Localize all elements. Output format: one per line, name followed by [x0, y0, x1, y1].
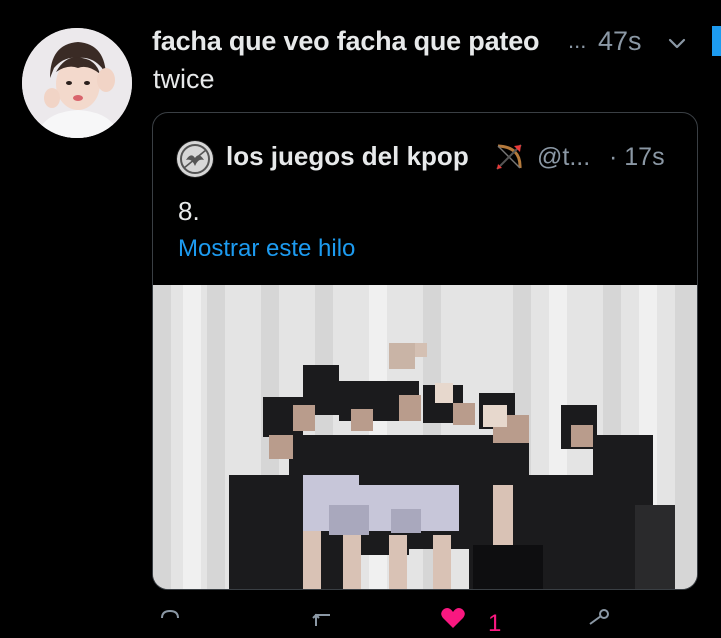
tweet-timestamp[interactable]: 47s — [598, 26, 642, 57]
quoted-author-display-name[interactable]: los juegos del kpop — [226, 141, 469, 172]
quoted-tweet-photo[interactable] — [153, 285, 697, 589]
quoted-tweet-time[interactable]: · 17s — [609, 143, 665, 172]
chevron-down-icon[interactable] — [666, 32, 688, 54]
tweet-text: twice — [153, 64, 215, 94]
quoted-author-handle[interactable]: @t... — [537, 143, 590, 172]
like-count: 1 — [488, 610, 502, 637]
pixelated-photo — [153, 285, 697, 589]
author-avatar[interactable] — [22, 28, 132, 138]
show-thread-link[interactable]: Mostrar este hilo — [178, 235, 355, 263]
mockingjay-icon — [177, 141, 213, 177]
quoted-tweet-text: 8. — [178, 196, 200, 226]
retweet-icon[interactable] — [310, 606, 338, 635]
author-display-name[interactable]: facha que veo facha que pateo — [152, 26, 540, 57]
avatar-image — [22, 28, 132, 138]
bow-and-arrow-icon — [493, 141, 525, 173]
tweet-header: facha que veo facha que pateo ... 47s — [152, 24, 712, 62]
scroll-edge-indicator — [712, 26, 721, 56]
quoted-tweet-card[interactable]: los juegos del kpop @t... · 17s 8. Mostr… — [152, 112, 698, 590]
quoted-author-avatar[interactable] — [176, 140, 214, 178]
reply-icon[interactable] — [158, 606, 182, 635]
tweet[interactable]: facha que veo facha que pateo ... 47s tw… — [0, 0, 721, 637]
tweet-actions: 1 — [152, 606, 712, 637]
name-truncation: ... — [568, 28, 587, 53]
share-icon[interactable] — [584, 606, 610, 635]
heart-icon[interactable] — [438, 606, 468, 635]
